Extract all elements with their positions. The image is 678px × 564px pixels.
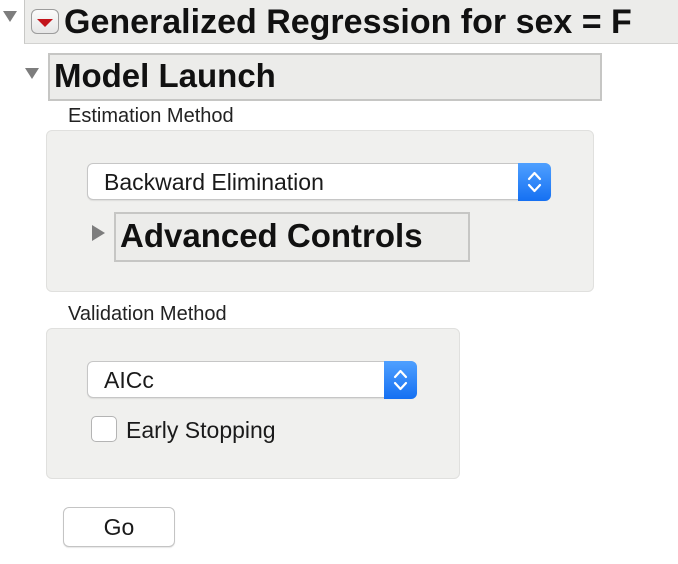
report-disclosure-icon[interactable] xyxy=(3,11,17,22)
select-stepper-icon xyxy=(518,163,551,201)
validation-method-select[interactable]: AICc xyxy=(87,361,417,399)
go-button[interactable]: Go xyxy=(63,507,175,547)
red-triangle-menu-button[interactable] xyxy=(31,9,59,34)
estimation-method-label: Estimation Method xyxy=(68,105,234,127)
validation-method-label: Validation Method xyxy=(68,303,227,325)
report-title: Generalized Regression for sex = F xyxy=(64,3,632,41)
estimation-method-panel xyxy=(46,130,594,292)
advanced-controls-title: Advanced Controls xyxy=(120,217,423,254)
early-stopping-label[interactable]: Early Stopping xyxy=(126,417,276,443)
validation-method-panel xyxy=(46,328,460,479)
select-stepper-icon xyxy=(384,361,417,399)
early-stopping-checkbox[interactable] xyxy=(91,416,117,442)
estimation-method-value: Backward Elimination xyxy=(104,169,324,195)
advanced-controls-disclosure-icon[interactable] xyxy=(92,225,105,241)
validation-method-value: AICc xyxy=(104,367,154,393)
red-triangle-icon xyxy=(37,18,53,27)
model-launch-disclosure-icon[interactable] xyxy=(25,68,39,79)
estimation-method-select[interactable]: Backward Elimination xyxy=(87,163,551,201)
model-launch-title: Model Launch xyxy=(54,57,276,94)
